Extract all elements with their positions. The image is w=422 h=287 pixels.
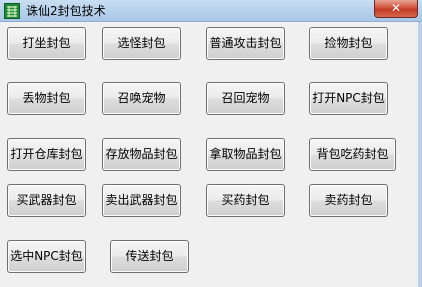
recall-pet-button[interactable]: 召回宠物 [206,82,285,115]
take-item-packet-button[interactable]: 拿取物品封包 [206,138,285,171]
sell-potion-packet-button[interactable]: 卖药封包 [309,184,388,217]
buy-potion-packet-button[interactable]: 买药封包 [206,184,285,217]
open-npc-packet-button[interactable]: 打开NPC封包 [309,82,388,115]
summon-pet-button[interactable]: 召唤宠物 [102,82,181,115]
drop-item-packet-button[interactable]: 丢物封包 [7,82,86,115]
bag-use-potion-packet-button[interactable]: 背包吃药封包 [309,138,396,171]
select-monster-packet-button[interactable]: 选怪封包 [102,27,181,60]
title-bar[interactable]: 诛仙2封包技术 ✕ [0,0,422,22]
button-panel: 打坐封包 选怪封包 普通攻击封包 捡物封包 丢物封包 召唤宠物 召回宠物 打开N… [0,22,422,287]
open-warehouse-packet-button[interactable]: 打开仓库封包 [7,138,86,171]
close-icon: ✕ [390,1,402,15]
main-window: 诛仙2封包技术 ✕ 打坐封包 选怪封包 普通攻击封包 捡物封包 丢物封包 召唤宠… [0,0,422,287]
window-title: 诛仙2封包技术 [26,4,106,18]
window-border [418,22,422,287]
pick-item-packet-button[interactable]: 捡物封包 [309,27,388,60]
select-npc-packet-button[interactable]: 选中NPC封包 [7,240,86,273]
store-item-packet-button[interactable]: 存放物品封包 [102,138,181,171]
sit-packet-button[interactable]: 打坐封包 [7,27,86,60]
sell-weapon-packet-button[interactable]: 卖出武器封包 [102,184,181,217]
buy-weapon-packet-button[interactable]: 买武器封包 [7,184,86,217]
teleport-packet-button[interactable]: 传送封包 [110,240,189,273]
app-icon [4,3,20,19]
normal-attack-packet-button[interactable]: 普通攻击封包 [206,27,285,60]
close-button[interactable]: ✕ [374,0,418,18]
